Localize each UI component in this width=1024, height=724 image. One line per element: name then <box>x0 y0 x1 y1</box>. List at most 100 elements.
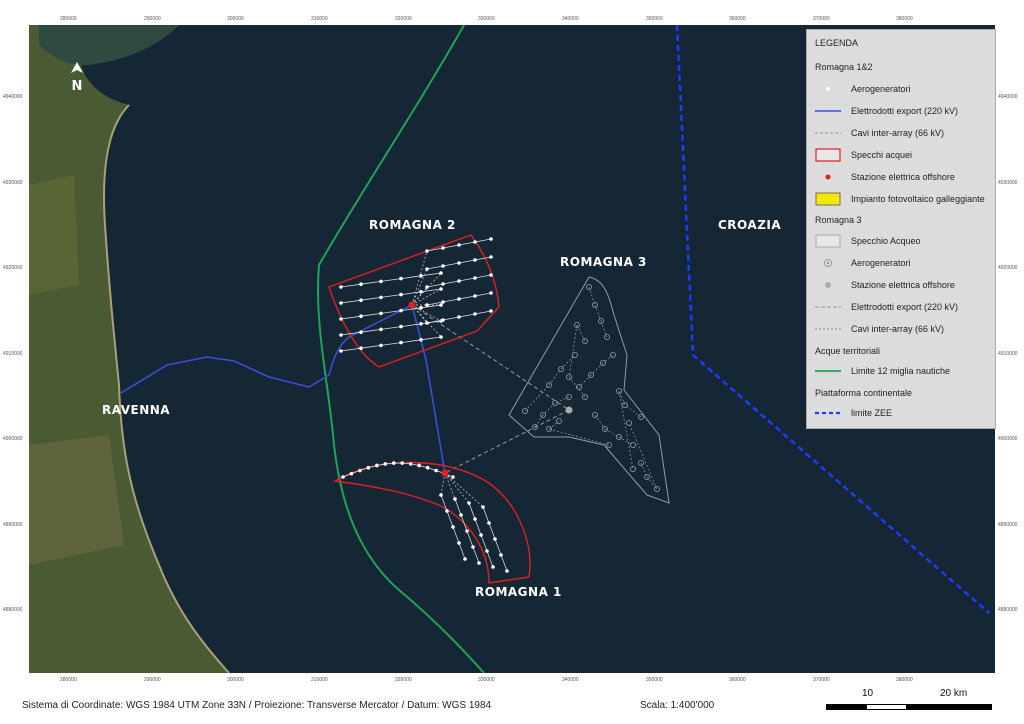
turbine[interactable] <box>479 533 483 537</box>
turbine[interactable] <box>457 315 461 319</box>
turbine[interactable] <box>489 237 493 241</box>
turbine[interactable] <box>485 549 489 553</box>
turbine[interactable] <box>383 462 388 466</box>
turbine[interactable] <box>473 240 477 244</box>
turbine[interactable] <box>408 462 413 466</box>
legend-row: Specchi acquei <box>815 148 993 162</box>
turbine[interactable] <box>439 287 443 291</box>
turbine[interactable] <box>341 475 345 479</box>
turbine[interactable] <box>419 322 423 326</box>
turbine[interactable] <box>339 301 343 305</box>
turbine[interactable] <box>399 324 403 329</box>
turbine[interactable] <box>441 282 445 286</box>
turbine[interactable] <box>451 475 455 479</box>
turbine[interactable] <box>471 545 475 549</box>
turbine[interactable] <box>359 330 363 335</box>
turbine[interactable] <box>439 303 443 307</box>
turbine[interactable] <box>441 300 445 304</box>
turbine[interactable] <box>457 541 461 545</box>
turbine[interactable] <box>439 493 443 497</box>
turbine[interactable] <box>489 309 493 313</box>
legend-label: Aerogeneratori <box>851 84 911 94</box>
scalebar-segment <box>866 704 908 710</box>
turbine[interactable] <box>425 465 430 470</box>
y-tick-label: 4890000 <box>3 522 23 528</box>
turbine[interactable] <box>451 525 455 529</box>
turbine[interactable] <box>441 246 445 250</box>
turbine[interactable] <box>477 561 481 565</box>
romagna2-offshore-station[interactable] <box>408 301 416 309</box>
turbine[interactable] <box>434 468 438 473</box>
turbine[interactable] <box>457 243 461 247</box>
turbine[interactable] <box>399 276 403 281</box>
turbine[interactable] <box>425 321 429 325</box>
turbine[interactable] <box>487 521 491 525</box>
turbine[interactable] <box>391 461 396 465</box>
turbine[interactable] <box>358 468 362 473</box>
turbine[interactable] <box>505 569 509 573</box>
turbine[interactable] <box>375 463 379 468</box>
turbine[interactable] <box>339 317 343 321</box>
turbine[interactable] <box>463 557 467 561</box>
turbine[interactable] <box>441 318 445 322</box>
map-frame: 280000 290000 300000 310000 320000 33000… <box>0 0 1024 724</box>
turbine[interactable] <box>419 290 423 294</box>
turbine[interactable] <box>457 297 461 301</box>
turbine[interactable] <box>339 333 343 337</box>
turbine[interactable] <box>359 314 363 319</box>
turbine[interactable] <box>359 298 363 303</box>
turbine[interactable] <box>339 285 343 289</box>
y-tick-label: 4900000 <box>3 436 23 442</box>
turbine[interactable] <box>445 509 449 513</box>
turbine[interactable] <box>379 279 383 284</box>
turbine[interactable] <box>439 335 443 339</box>
romagna3-offshore-station[interactable] <box>565 406 573 414</box>
turbine[interactable] <box>379 343 383 348</box>
y-tick-label: 4930000 <box>998 180 1018 186</box>
turbine[interactable] <box>473 517 477 521</box>
turbine[interactable] <box>491 565 495 569</box>
turbine[interactable] <box>473 258 477 262</box>
turbine[interactable] <box>399 292 403 297</box>
y-tick-label: 4880000 <box>998 607 1018 613</box>
turbine[interactable] <box>419 338 423 342</box>
y-tick-label: 4930000 <box>3 180 23 186</box>
turbine[interactable] <box>359 346 363 351</box>
turbine[interactable] <box>425 303 429 307</box>
turbine[interactable] <box>453 497 457 501</box>
turbine[interactable] <box>379 311 383 316</box>
turbine[interactable] <box>379 295 383 300</box>
turbine[interactable] <box>467 501 471 505</box>
turbine[interactable] <box>425 285 429 289</box>
turbine[interactable] <box>349 471 354 476</box>
turbine[interactable] <box>457 261 461 265</box>
turbine[interactable] <box>359 282 363 287</box>
turbine[interactable] <box>489 273 493 277</box>
turbine[interactable] <box>473 276 477 280</box>
turbine[interactable] <box>457 279 461 283</box>
turbine[interactable] <box>489 291 493 295</box>
x-tick-label: 310000 <box>311 677 328 683</box>
turbine[interactable] <box>399 308 403 313</box>
scalebar-segment <box>826 704 868 710</box>
turbine[interactable] <box>465 529 469 533</box>
turbine[interactable] <box>399 340 403 345</box>
romagna1-offshore-station[interactable] <box>441 469 449 477</box>
turbine[interactable] <box>425 249 429 253</box>
turbine[interactable] <box>493 537 497 541</box>
turbine[interactable] <box>499 553 503 557</box>
turbine[interactable] <box>441 264 445 268</box>
turbine[interactable] <box>417 463 421 468</box>
turbine[interactable] <box>459 513 463 517</box>
x-tick-label: 330000 <box>478 16 495 22</box>
turbine[interactable] <box>425 267 429 271</box>
turbine[interactable] <box>439 271 443 275</box>
turbine[interactable] <box>400 461 405 465</box>
turbine[interactable] <box>339 349 343 353</box>
turbine[interactable] <box>379 327 383 332</box>
turbine[interactable] <box>473 294 477 298</box>
turbine[interactable] <box>473 312 477 316</box>
turbine[interactable] <box>481 505 485 509</box>
turbine[interactable] <box>366 465 371 470</box>
turbine[interactable] <box>489 255 493 259</box>
